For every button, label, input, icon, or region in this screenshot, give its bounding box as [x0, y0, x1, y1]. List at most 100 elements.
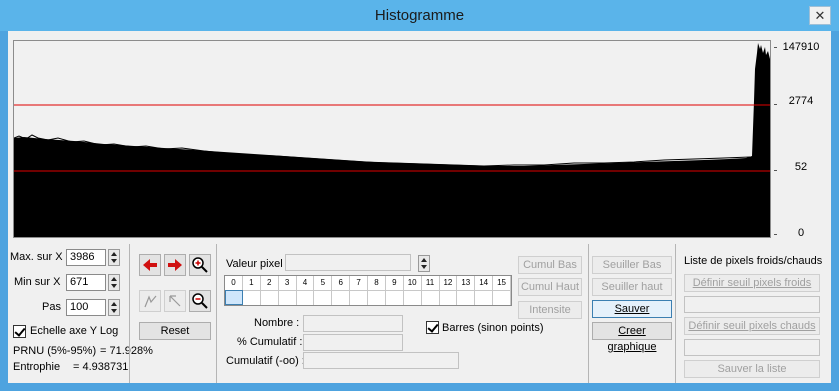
- pixel-grid-header: 7: [350, 276, 368, 290]
- cumulatif-oo-label: Cumulatif (-oo) :: [226, 355, 305, 367]
- creer-graphique-button[interactable]: Creer graphique: [592, 322, 672, 353]
- pixel-grid-header: 14: [475, 276, 494, 290]
- select-icon: [169, 295, 181, 307]
- bars-label: Barres (sinon points): [442, 322, 544, 334]
- min-x-label: Min sur X: [14, 276, 61, 288]
- pixel-grid-cell[interactable]: [350, 290, 368, 305]
- seuiller-haut-button[interactable]: Seuiller haut: [592, 278, 672, 296]
- pixel-grid-cell[interactable]: [457, 290, 476, 305]
- hot-threshold-input: [684, 339, 820, 356]
- client-area: 147910 2774 52 0 Max. sur X 3986 Min sur…: [8, 31, 831, 383]
- pixel-grid-cell[interactable]: [493, 290, 511, 305]
- pixel-grid-header: 9: [386, 276, 404, 290]
- pixel-grid-header: 8: [368, 276, 386, 290]
- intensite-button[interactable]: Intensite: [518, 301, 582, 319]
- close-button[interactable]: ✕: [809, 6, 831, 25]
- pixel-grid-cell[interactable]: [278, 290, 297, 305]
- pixel-grid-cell[interactable]: [314, 290, 333, 305]
- y-label-lower: 52: [794, 161, 808, 173]
- histogram-plot[interactable]: [13, 40, 771, 238]
- pan-left-button[interactable]: [139, 254, 161, 276]
- cursor-tool-button[interactable]: [139, 290, 161, 312]
- pixel-grid-header: 11: [422, 276, 440, 290]
- pointer-icon: [144, 295, 157, 308]
- nombre-label: Nombre :: [254, 317, 300, 329]
- tools-panel: Reset: [129, 244, 217, 383]
- log-scale-checkbox[interactable]: [13, 325, 26, 338]
- define-cold-button[interactable]: Définir seuil pixels froids: [684, 274, 820, 292]
- min-x-spinner[interactable]: [108, 274, 120, 291]
- pixel-grid-header: 1: [243, 276, 261, 290]
- min-x-input[interactable]: 671: [66, 274, 106, 291]
- histogram-bars: [14, 43, 770, 237]
- pixel-grid-header: 2: [261, 276, 279, 290]
- pixel-grid-header: 4: [297, 276, 315, 290]
- pixel-grid-cell[interactable]: [296, 290, 315, 305]
- pixel-grid-cell[interactable]: [421, 290, 440, 305]
- y-axis: 147910 2774 52 0: [774, 40, 828, 239]
- cold-threshold-input: [684, 296, 820, 313]
- zoom-out-icon: [192, 293, 208, 309]
- zoom-in-icon: [192, 257, 208, 273]
- pixel-grid-header: 10: [404, 276, 422, 290]
- window-title: Histogramme: [374, 7, 465, 24]
- save-list-button[interactable]: Sauver la liste: [684, 360, 820, 378]
- pixel-grid-cell[interactable]: [332, 290, 351, 305]
- nombre-input: [303, 315, 403, 332]
- arrow-left-icon: [143, 259, 157, 271]
- cumul-haut-button[interactable]: Cumul Haut: [518, 278, 582, 296]
- arrow-right-icon: [168, 259, 182, 271]
- pixel-grid-cell[interactable]: [439, 290, 458, 305]
- reset-button[interactable]: Reset: [139, 322, 211, 340]
- zoom-in-button[interactable]: [189, 254, 211, 276]
- define-cold-label: Définir seuil pixels froids: [692, 277, 812, 289]
- cumulatif-input: [303, 334, 403, 351]
- cumul-bas-button[interactable]: Cumul Bas: [518, 256, 582, 274]
- bars-checkbox[interactable]: [426, 321, 439, 334]
- pas-spinner[interactable]: [108, 299, 120, 316]
- pixel-grid-cell[interactable]: [385, 290, 404, 305]
- pixel-grid-header: 3: [279, 276, 297, 290]
- define-hot-label: Définir seuil pixels chauds: [688, 320, 816, 332]
- histogram-window: Histogramme ✕ 147910 2774 52 0 Max. sur …: [0, 0, 839, 391]
- axis-controls-panel: Max. sur X 3986 Min sur X 671 Pas 100 Ec…: [8, 244, 153, 373]
- pixel-grid-header: 0: [225, 276, 243, 290]
- threshold-panel: Seuiller Bas Seuiller haut Sauver Creer …: [588, 244, 676, 383]
- creer-graphique-label: Creer graphique: [607, 325, 657, 353]
- define-hot-button[interactable]: Définir seuil pixels chauds: [684, 317, 820, 335]
- pixel-grid-cell[interactable]: [368, 290, 386, 305]
- pixel-value-spinner[interactable]: [418, 255, 430, 272]
- pixel-value-label: Valeur pixel: [226, 258, 283, 270]
- pixel-grid-header: 5: [314, 276, 333, 290]
- y-label-min: 0: [797, 227, 805, 239]
- pixel-grid-header: 13: [457, 276, 476, 290]
- pas-input[interactable]: 100: [66, 299, 106, 316]
- pixel-grid-header: 6: [332, 276, 351, 290]
- sauver-label: Sauver: [614, 303, 650, 315]
- pas-label: Pas: [42, 301, 61, 313]
- pixel-grid-cell[interactable]: [225, 290, 243, 305]
- select-tool-button[interactable]: [164, 290, 186, 312]
- cumulatif-label: % Cumulatif :: [237, 336, 303, 348]
- pixel-grid[interactable]: 0 1 2 3 4 5 6 7 8 9 10 11 12 13 14 15: [224, 275, 512, 306]
- zoom-out-button[interactable]: [189, 290, 211, 312]
- title-bar[interactable]: Histogramme ✕: [0, 0, 839, 31]
- hotcold-title: Liste de pixels froids/chauds: [684, 255, 823, 267]
- histogram-svg: [14, 43, 770, 237]
- pixel-grid-cell[interactable]: [242, 290, 261, 305]
- sauver-button[interactable]: Sauver: [592, 300, 672, 318]
- seuiller-bas-button[interactable]: Seuiller Bas: [592, 256, 672, 274]
- pixel-grid-cell[interactable]: [403, 290, 422, 305]
- pixel-grid-header: 15: [493, 276, 511, 290]
- pixel-grid-cell[interactable]: [260, 290, 279, 305]
- max-x-spinner[interactable]: [108, 249, 120, 266]
- y-label-max: 147910: [782, 41, 820, 53]
- pixel-value-input[interactable]: [285, 254, 411, 271]
- pixel-grid-cell[interactable]: [475, 290, 494, 305]
- y-label-upper: 2774: [788, 95, 814, 107]
- entropy-value: = 4.938731: [73, 361, 129, 373]
- pan-right-button[interactable]: [164, 254, 186, 276]
- max-x-input[interactable]: 3986: [66, 249, 106, 266]
- log-scale-label: Echelle axe Y Log: [30, 325, 119, 337]
- entropy-label: Entrophie: [13, 361, 61, 373]
